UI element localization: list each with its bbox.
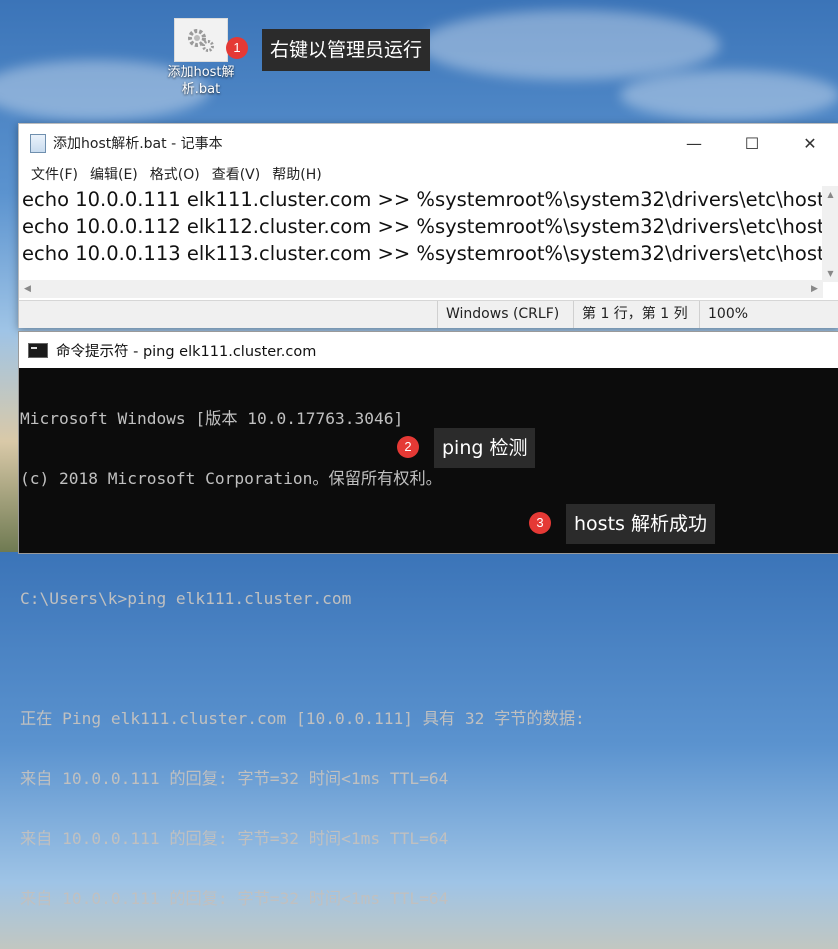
console-line: C:\Users\k>ping elk111.cluster.com bbox=[20, 589, 352, 608]
console-output[interactable]: Microsoft Windows [版本 10.0.17763.3046] (… bbox=[19, 368, 838, 949]
console-line: Microsoft Windows [版本 10.0.17763.3046] bbox=[20, 409, 404, 428]
cmd-title: 命令提示符 - ping elk111.cluster.com bbox=[56, 343, 317, 360]
maximize-button[interactable]: ☐ bbox=[723, 124, 781, 162]
menu-format[interactable]: 格式(O) bbox=[144, 164, 206, 184]
annotation-callout-2: ping 检测 bbox=[434, 428, 536, 468]
status-cursor-position: 第 1 行，第 1 列 bbox=[573, 301, 700, 328]
window-controls: — ☐ ✕ bbox=[665, 124, 838, 162]
text-editor[interactable]: echo 10.0.0.111 elk111.cluster.com >> %s… bbox=[19, 186, 823, 282]
annotation-callout-3: hosts 解析成功 bbox=[566, 504, 715, 544]
console-line: 正在 Ping elk111.cluster.com [10.0.0.111] … bbox=[20, 709, 585, 728]
console-line: 来自 10.0.0.111 的回复: 字节=32 时间<1ms TTL=64 bbox=[20, 889, 449, 908]
console-icon bbox=[28, 342, 48, 358]
cloud bbox=[420, 10, 720, 80]
status-bar: Windows (CRLF) 第 1 行，第 1 列 100% bbox=[19, 300, 838, 328]
editor-line: echo 10.0.0.112 elk112.cluster.com >> %s… bbox=[22, 215, 823, 238]
scroll-up-icon[interactable]: ▲ bbox=[822, 186, 838, 203]
cmd-titlebar[interactable]: 命令提示符 - ping elk111.cluster.com bbox=[19, 332, 838, 368]
menu-file[interactable]: 文件(F) bbox=[25, 164, 84, 184]
annotation-callout-1: 右键以管理员运行 bbox=[262, 29, 431, 71]
notepad-icon bbox=[30, 133, 46, 153]
annotation-badge-3: 3 bbox=[529, 512, 551, 534]
notepad-window: 添加host解析.bat - 记事本 — ☐ ✕ 文件(F) 编辑(E) 格式(… bbox=[18, 123, 838, 328]
scroll-left-icon[interactable]: ◀ bbox=[19, 280, 36, 298]
command-prompt-window: 命令提示符 - ping elk111.cluster.com Microsof… bbox=[18, 331, 838, 908]
menu-bar: 文件(F) 编辑(E) 格式(O) 查看(V) 帮助(H) bbox=[19, 162, 838, 186]
scroll-down-icon[interactable]: ▼ bbox=[822, 265, 838, 282]
menu-view[interactable]: 查看(V) bbox=[206, 164, 267, 184]
console-line: 来自 10.0.0.111 的回复: 字节=32 时间<1ms TTL=64 bbox=[20, 769, 449, 788]
close-button[interactable]: ✕ bbox=[781, 124, 838, 162]
gear-icon bbox=[174, 18, 228, 62]
editor-line: echo 10.0.0.111 elk111.cluster.com >> %s… bbox=[22, 188, 823, 211]
scroll-right-icon[interactable]: ▶ bbox=[806, 280, 823, 298]
console-line: (c) 2018 Microsoft Corporation。保留所有权利。 bbox=[20, 469, 442, 488]
notepad-title: 添加host解析.bat - 记事本 bbox=[53, 136, 223, 152]
console-line: 来自 10.0.0.111 的回复: 字节=32 时间<1ms TTL=64 bbox=[20, 829, 449, 848]
annotation-badge-2: 2 bbox=[397, 436, 419, 458]
editor-line: echo 10.0.0.113 elk113.cluster.com >> %s… bbox=[22, 242, 823, 265]
vertical-scrollbar[interactable]: ▲ ▼ bbox=[822, 186, 838, 282]
notepad-titlebar[interactable]: 添加host解析.bat - 记事本 — ☐ ✕ bbox=[19, 124, 838, 162]
annotation-badge-1: 1 bbox=[226, 37, 248, 59]
desktop-icon-label: 添加host解 析.bat bbox=[167, 65, 235, 97]
status-zoom: 100% bbox=[699, 301, 768, 328]
menu-help[interactable]: 帮助(H) bbox=[266, 164, 327, 184]
cloud bbox=[620, 70, 838, 120]
menu-edit[interactable]: 编辑(E) bbox=[84, 164, 144, 184]
horizontal-scrollbar[interactable]: ◀ ▶ bbox=[19, 280, 823, 298]
status-line-ending: Windows (CRLF) bbox=[437, 301, 564, 328]
minimize-button[interactable]: — bbox=[665, 124, 723, 162]
